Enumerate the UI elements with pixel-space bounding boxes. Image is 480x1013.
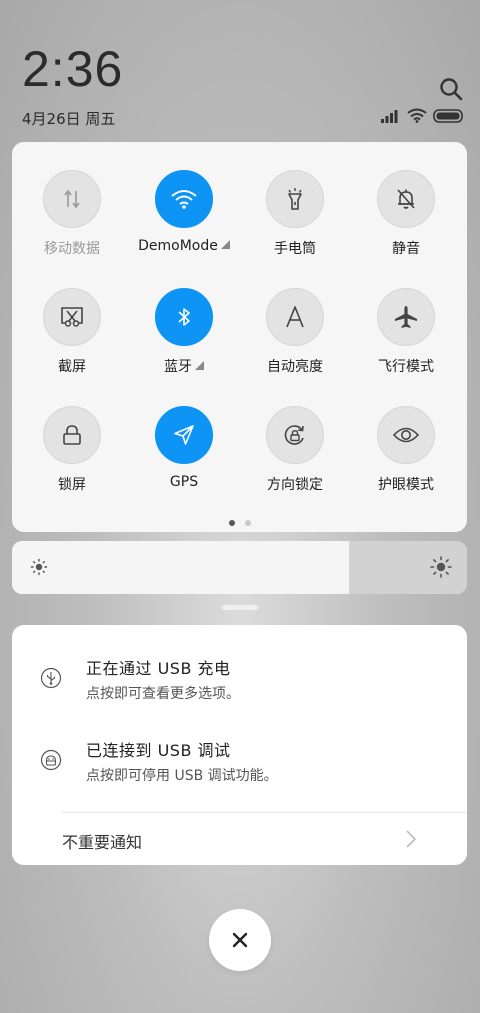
lock-icon [63,425,81,445]
tile-rotation-lock[interactable]: 方向锁定 [240,406,350,506]
tile-auto-brightness[interactable]: 自动亮度 [240,288,350,388]
tile-button[interactable] [377,406,435,464]
location-arrow-icon [174,425,194,445]
clear-all-button[interactable] [209,909,271,971]
notification-subtitle: 点按即可停用 USB 调试功能。 [86,768,278,784]
brightness-high-icon [430,556,452,578]
search-icon [440,78,463,101]
tile-label-text: 蓝牙 [164,359,192,375]
tile-button[interactable] [266,288,324,346]
tile-bluetooth[interactable]: 蓝牙 [129,288,239,388]
status-time: 2:36 [22,41,124,97]
signal-icon [381,109,398,123]
notification-title: 正在通过 USB 充电 [86,659,231,678]
tile-silent[interactable]: 静音 [351,170,461,270]
tile-label: 手电筒 [274,241,316,257]
notification-title: 已连接到 USB 调试 [86,741,231,760]
tile-button[interactable] [43,406,101,464]
brightness-slider[interactable] [12,541,467,594]
tile-button[interactable] [377,288,435,346]
tile-label: GPS [169,474,199,490]
notification-usb-charging[interactable]: 正在通过 USB 充电 点按即可查看更多选项。 [12,645,467,715]
expand-caret-icon [195,361,204,370]
auto-brightness-icon [286,306,304,328]
tile-flashlight[interactable]: 手电筒 [240,170,350,270]
status-icons [381,108,465,123]
bell-off-icon [397,189,415,209]
status-date: 4月26日 周五 [22,110,116,128]
page-dot [244,520,251,526]
brightness-low-icon [30,558,48,576]
tile-label: 锁屏 [58,477,86,493]
tile-mobile-data[interactable]: 移动数据 [17,170,127,270]
tile-button[interactable] [266,406,324,464]
tile-button[interactable] [155,406,213,464]
tile-button[interactable] [43,170,101,228]
tile-label: 截屏 [58,359,86,375]
tile-label: DemoMode [129,238,239,254]
rotation-lock-icon [284,425,304,445]
expand-caret-icon [220,240,230,249]
tile-label: 自动亮度 [267,359,323,375]
tile-label: 方向锁定 [267,477,323,493]
tile-wifi[interactable]: DemoMode [129,170,239,270]
tile-button[interactable] [43,288,101,346]
page-indicator [12,520,467,526]
battery-icon [433,108,463,123]
bluetooth-icon [178,308,190,326]
close-icon [232,932,248,948]
usb-icon [40,667,62,689]
flashlight-icon [288,188,302,210]
notification-usb-debugging[interactable]: 已连接到 USB 调试 点按即可停用 USB 调试功能。 [12,727,467,797]
notification-subtitle: 点按即可查看更多选项。 [86,686,240,702]
tile-label: 护眼模式 [378,477,434,493]
tile-button[interactable] [155,170,213,228]
airplane-icon [395,306,417,328]
tile-label: 移动数据 [44,241,100,257]
tile-button[interactable] [155,288,213,346]
tile-button[interactable] [266,170,324,228]
tile-label-text: DemoMode [138,238,218,254]
tile-label: 静音 [392,241,420,257]
wifi-status-icon [407,108,427,123]
eye-icon [392,427,420,443]
tile-screenshot[interactable]: 截屏 [17,288,127,388]
tile-airplane-mode[interactable]: 飞行模式 [351,288,461,388]
android-debug-icon [40,749,62,771]
screenshot-icon [61,307,83,327]
unimportant-notifications-label: 不重要通知 [62,833,143,852]
brightness-level-fill [12,541,349,594]
notification-card: 正在通过 USB 充电 点按即可查看更多选项。 已连接到 USB 调试 点按即可… [12,625,467,865]
mobile-data-icon [64,189,80,209]
page-dot-active [228,520,235,526]
chevron-right-icon [406,830,417,848]
tile-label: 飞行模式 [378,359,434,375]
tile-lock-screen[interactable]: 锁屏 [17,406,127,506]
tile-eye-protection[interactable]: 护眼模式 [351,406,461,506]
tile-label: 蓝牙 [129,356,239,376]
unimportant-notifications-row[interactable]: 不重要通知 [12,813,467,865]
quick-settings-panel: 移动数据 DemoMode 手电筒 静音 截屏 蓝牙 自动亮度 飞行模式 锁屏 … [12,142,467,532]
search-button[interactable] [438,76,464,102]
tile-gps[interactable]: GPS [129,406,239,506]
wifi-icon [171,190,197,209]
panel-drag-handle[interactable] [222,605,258,610]
tile-button[interactable] [377,170,435,228]
